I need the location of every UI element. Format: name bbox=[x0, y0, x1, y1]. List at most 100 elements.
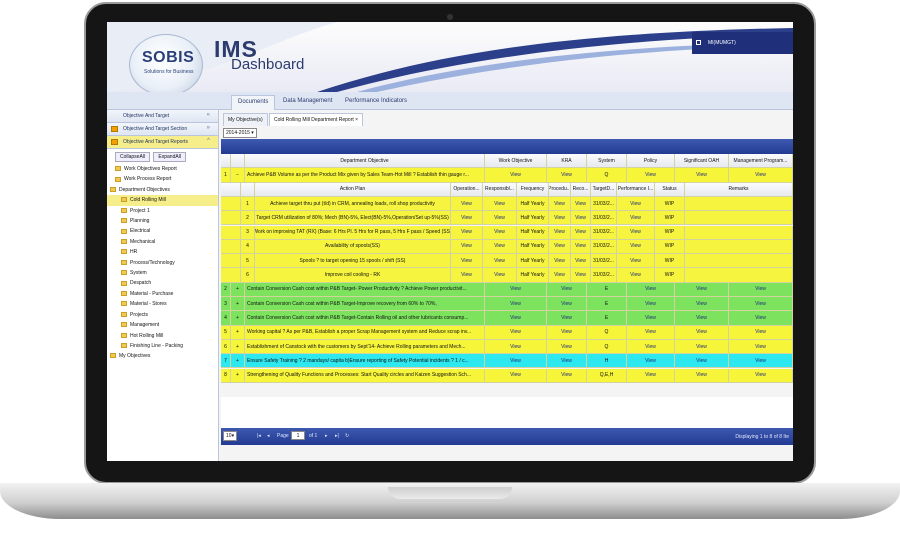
view-link[interactable]: View bbox=[627, 168, 675, 183]
view-link[interactable]: View bbox=[485, 311, 547, 326]
view-link[interactable]: View bbox=[675, 354, 729, 369]
tree-item[interactable]: Work Process Report bbox=[107, 174, 218, 184]
view-link[interactable]: View bbox=[451, 254, 483, 269]
expand-icon[interactable]: + bbox=[231, 354, 245, 369]
view-link[interactable]: View bbox=[549, 225, 571, 240]
view-link[interactable]: View bbox=[451, 268, 483, 283]
view-link[interactable]: View bbox=[729, 339, 793, 355]
tree-item[interactable]: Finishing Line - Packing bbox=[107, 341, 218, 351]
page-size-select[interactable]: 10▾ bbox=[223, 431, 238, 441]
close-icon[interactable]: × bbox=[355, 117, 358, 123]
view-link[interactable]: View bbox=[675, 297, 729, 312]
tab-my-objectives[interactable]: My Objective(s) bbox=[223, 113, 268, 126]
tab-performance-indicators[interactable]: Performance Indicators bbox=[339, 95, 413, 110]
tree-item[interactable]: Electrical bbox=[107, 226, 218, 236]
column-header[interactable]: System bbox=[587, 154, 627, 169]
expand-icon[interactable]: + bbox=[231, 297, 245, 312]
view-link[interactable]: View bbox=[547, 339, 587, 355]
view-link[interactable]: View bbox=[571, 254, 591, 269]
column-header[interactable]: Reco... bbox=[571, 182, 591, 197]
view-link[interactable]: View bbox=[547, 354, 587, 369]
tree-item[interactable]: Project 1 bbox=[107, 206, 218, 216]
user-menu[interactable]: MI(MUMGT) bbox=[692, 32, 793, 54]
view-link[interactable]: View bbox=[729, 282, 793, 297]
tab-data-management[interactable]: Data Management bbox=[277, 95, 338, 110]
expand-icon[interactable]: + bbox=[231, 311, 245, 326]
column-header[interactable]: Work Objective bbox=[485, 154, 547, 169]
expand-icon[interactable]: + bbox=[231, 368, 245, 383]
tree-item[interactable]: Management bbox=[107, 320, 218, 330]
tree-item[interactable]: My Objectives bbox=[107, 351, 218, 361]
view-link[interactable]: View bbox=[485, 325, 547, 340]
view-link[interactable]: View bbox=[547, 282, 587, 297]
first-page-icon[interactable]: |◂ bbox=[257, 433, 261, 439]
column-header[interactable]: Action Plan bbox=[255, 182, 451, 197]
next-page-icon[interactable]: ▸ bbox=[325, 433, 328, 439]
view-link[interactable]: View bbox=[451, 196, 483, 212]
view-link[interactable]: View bbox=[549, 254, 571, 269]
column-header[interactable]: Policy bbox=[627, 154, 675, 169]
prev-page-icon[interactable]: ◂ bbox=[267, 433, 270, 439]
view-link[interactable]: View bbox=[483, 254, 517, 269]
view-link[interactable]: View bbox=[549, 196, 571, 212]
tree-item[interactable]: Work Objectives Report bbox=[107, 164, 218, 174]
view-link[interactable]: View bbox=[729, 368, 793, 383]
view-link[interactable]: View bbox=[485, 368, 547, 383]
panel-header-objective[interactable]: Objective And Target « bbox=[107, 110, 218, 123]
view-link[interactable]: View bbox=[729, 168, 793, 183]
view-link[interactable]: View bbox=[729, 311, 793, 326]
chevron-down-icon[interactable]: » bbox=[207, 125, 210, 131]
view-link[interactable]: View bbox=[675, 311, 729, 326]
view-link[interactable]: View bbox=[627, 311, 675, 326]
column-header[interactable]: Significant OAH bbox=[675, 154, 729, 169]
view-link[interactable]: View bbox=[483, 211, 517, 226]
view-link[interactable]: View bbox=[571, 211, 591, 226]
view-link[interactable]: View bbox=[729, 325, 793, 340]
view-link[interactable]: View bbox=[617, 225, 655, 240]
view-link[interactable]: View bbox=[627, 354, 675, 369]
view-link[interactable]: View bbox=[483, 196, 517, 212]
tree-item[interactable]: Mechanical bbox=[107, 237, 218, 247]
column-header[interactable]: Management Program... bbox=[729, 154, 793, 169]
expand-icon[interactable]: + bbox=[231, 339, 245, 355]
view-link[interactable]: View bbox=[485, 354, 547, 369]
view-link[interactable]: View bbox=[485, 282, 547, 297]
tree-item-selected[interactable]: Cold Rolling Mill bbox=[107, 195, 218, 206]
expand-icon[interactable]: + bbox=[231, 282, 245, 297]
column-header[interactable]: Operation... bbox=[451, 182, 483, 197]
view-link[interactable]: View bbox=[549, 211, 571, 226]
tree-item[interactable]: Projects bbox=[107, 310, 218, 320]
view-link[interactable]: View bbox=[571, 268, 591, 283]
view-link[interactable]: View bbox=[483, 239, 517, 255]
view-link[interactable]: View bbox=[617, 211, 655, 226]
view-link[interactable]: View bbox=[675, 339, 729, 355]
column-header[interactable]: Remarks bbox=[685, 182, 793, 197]
view-link[interactable]: View bbox=[617, 254, 655, 269]
tree-item[interactable]: Planning bbox=[107, 216, 218, 226]
tree-item[interactable]: Despatch bbox=[107, 278, 218, 288]
tree-item[interactable]: Material - Stores bbox=[107, 299, 218, 309]
collapse-icon[interactable]: − bbox=[231, 168, 245, 183]
tree-item[interactable]: Material - Purchase bbox=[107, 289, 218, 299]
view-link[interactable]: View bbox=[617, 268, 655, 283]
accordion-section[interactable]: Objective And Target Section » bbox=[107, 123, 218, 136]
year-select[interactable]: 2014-2015 ▾ bbox=[223, 128, 257, 138]
view-link[interactable]: View bbox=[729, 354, 793, 369]
expand-all-button[interactable]: ExpandAll bbox=[153, 152, 186, 162]
view-link[interactable]: View bbox=[547, 325, 587, 340]
tree-item[interactable]: HR bbox=[107, 247, 218, 257]
view-link[interactable]: View bbox=[627, 368, 675, 383]
refresh-icon[interactable]: ↻ bbox=[345, 433, 349, 439]
view-link[interactable]: View bbox=[617, 196, 655, 212]
view-link[interactable]: View bbox=[483, 225, 517, 240]
view-link[interactable]: View bbox=[627, 339, 675, 355]
tree-item[interactable]: System bbox=[107, 268, 218, 278]
expand-icon[interactable]: + bbox=[231, 325, 245, 340]
view-link[interactable]: View bbox=[547, 311, 587, 326]
tree-item[interactable]: Department Objectives bbox=[107, 185, 218, 195]
view-link[interactable]: View bbox=[549, 268, 571, 283]
column-header[interactable]: Frequency bbox=[517, 182, 549, 197]
view-link[interactable]: View bbox=[547, 368, 587, 383]
column-header[interactable]: Department Objective bbox=[245, 154, 485, 169]
view-link[interactable]: View bbox=[675, 368, 729, 383]
